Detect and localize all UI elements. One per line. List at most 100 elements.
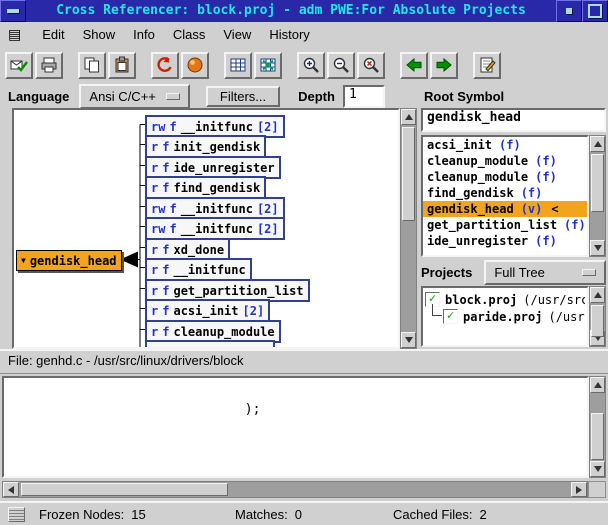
back-button[interactable] bbox=[400, 52, 428, 79]
window-menu-button[interactable] bbox=[0, 0, 26, 22]
depth-input[interactable]: 1 bbox=[343, 85, 385, 108]
language-label: Language bbox=[8, 89, 69, 104]
filters-button[interactable]: Filters... bbox=[206, 86, 280, 107]
symbol-list-item-selected[interactable]: gendisk_head(v)< bbox=[423, 201, 587, 217]
graph-node[interactable]: rwf__initfunc[2] bbox=[145, 217, 285, 240]
graph-node[interactable]: rfinit_gendisk bbox=[145, 135, 266, 158]
source-view[interactable]: ); struct gendisk *gendisk_head = NULL; … bbox=[2, 376, 589, 478]
option-menu-indicator bbox=[166, 93, 180, 100]
scroll-up-button[interactable] bbox=[590, 377, 605, 393]
graph-node[interactable]: rf__initfunc bbox=[145, 258, 252, 281]
zoom-out-button[interactable] bbox=[327, 52, 355, 79]
project-checkbox[interactable]: ✓ bbox=[443, 309, 458, 324]
scroll-trough[interactable] bbox=[590, 393, 605, 461]
scroll-down-button[interactable] bbox=[401, 332, 416, 348]
paste-icon bbox=[113, 56, 131, 74]
minimize-button[interactable] bbox=[556, 0, 582, 22]
zoom-in-button[interactable] bbox=[297, 52, 325, 79]
language-select[interactable]: Ansi C/C++ bbox=[79, 84, 189, 109]
scroll-left-button[interactable] bbox=[3, 482, 19, 497]
menu-info[interactable]: Info bbox=[124, 24, 164, 45]
mail-check-icon bbox=[10, 56, 28, 74]
scroll-trough[interactable] bbox=[401, 125, 416, 332]
graph-node-clipped[interactable] bbox=[145, 340, 275, 349]
zoom-cancel-button[interactable] bbox=[357, 52, 385, 79]
reload-sphere-button[interactable] bbox=[181, 52, 209, 79]
scroll-thumb[interactable] bbox=[591, 413, 604, 460]
scroll-thumb[interactable] bbox=[21, 483, 228, 496]
up-arrow-icon bbox=[594, 141, 602, 147]
graph-vscrollbar[interactable] bbox=[400, 108, 417, 349]
root-symbol-label: Root Symbol bbox=[424, 89, 600, 104]
symbol-list[interactable]: acsi_init(f) cleanup_module(f) cleanup_m… bbox=[421, 135, 589, 257]
projects-list[interactable]: ✓ block.proj (/usr/src/li ✓ paride.proj … bbox=[421, 286, 589, 347]
scrollbar-corner bbox=[588, 481, 606, 498]
menu-edit[interactable]: Edit bbox=[33, 24, 73, 45]
edit-note-button[interactable] bbox=[473, 52, 501, 79]
table-button[interactable] bbox=[224, 52, 252, 79]
symbol-list-item[interactable]: cleanup_module(f) bbox=[423, 169, 587, 185]
code-hscrollbar[interactable] bbox=[2, 481, 588, 498]
symbol-list-item[interactable]: cleanup_module(f) bbox=[423, 153, 587, 169]
graph-margin bbox=[0, 108, 12, 349]
mail-check-button[interactable] bbox=[5, 52, 33, 79]
menu-view[interactable]: View bbox=[214, 24, 260, 45]
scroll-down-button[interactable] bbox=[590, 461, 605, 477]
crossref-graph[interactable]: ▼ gendisk_head rwf__initfunc[2] rfinit_g… bbox=[12, 108, 400, 349]
projects-label: Projects bbox=[421, 265, 472, 280]
forward-arrow-icon bbox=[435, 56, 453, 74]
left-arrow-icon bbox=[8, 486, 14, 494]
sphere-icon bbox=[186, 56, 204, 74]
table-clear-button[interactable] bbox=[254, 52, 282, 79]
main-area: ▼ gendisk_head rwf__initfunc[2] rfinit_g… bbox=[0, 108, 608, 349]
scroll-down-button[interactable] bbox=[590, 240, 605, 256]
symbol-list-item[interactable]: ide_unregister(f) bbox=[423, 233, 587, 249]
graph-node[interactable]: rfacsi_init[2] bbox=[145, 299, 270, 322]
root-symbol-input[interactable]: gendisk_head bbox=[421, 108, 606, 132]
maximize-button[interactable] bbox=[582, 0, 608, 22]
selection-marker: < bbox=[551, 202, 558, 216]
menu-show[interactable]: Show bbox=[74, 24, 125, 45]
scroll-thumb[interactable] bbox=[402, 127, 415, 221]
project-item[interactable]: ✓ paride.proj (/usr/src bbox=[425, 308, 585, 325]
frozen-nodes-value: 15 bbox=[131, 507, 145, 522]
graph-node[interactable]: rffind_gendisk bbox=[145, 176, 266, 199]
graph-root-node[interactable]: ▼ gendisk_head bbox=[16, 250, 122, 271]
symbol-list-item[interactable]: get_partition_list(f) bbox=[423, 217, 587, 233]
titlebar[interactable]: Cross Referencer: block.proj - adm PWE:F… bbox=[0, 0, 608, 22]
scroll-trough[interactable] bbox=[19, 482, 571, 497]
symbol-list-item[interactable]: find_gendisk(f) bbox=[423, 185, 587, 201]
projects-tree-mode-select[interactable]: Full Tree bbox=[484, 260, 606, 285]
copy-button[interactable] bbox=[78, 52, 106, 79]
scroll-up-button[interactable] bbox=[590, 136, 605, 152]
scroll-right-button[interactable] bbox=[571, 482, 587, 497]
tree-mode-value: Full Tree bbox=[494, 265, 545, 280]
undo-button[interactable] bbox=[151, 52, 179, 79]
menu-class[interactable]: Class bbox=[164, 24, 215, 45]
maximize-icon bbox=[588, 4, 602, 18]
scroll-trough[interactable] bbox=[590, 152, 605, 240]
menu-history[interactable]: History bbox=[260, 24, 318, 45]
code-vscrollbar[interactable] bbox=[589, 376, 606, 478]
forward-button[interactable] bbox=[430, 52, 458, 79]
projects-list-vscrollbar[interactable] bbox=[589, 286, 606, 347]
scroll-thumb[interactable] bbox=[591, 305, 604, 337]
right-arrow-icon bbox=[576, 486, 582, 494]
scroll-thumb[interactable] bbox=[591, 154, 604, 212]
zoom-cancel-icon bbox=[362, 56, 380, 74]
symbol-list-item[interactable]: acsi_init(f) bbox=[423, 137, 587, 153]
symbol-list-vscrollbar[interactable] bbox=[589, 135, 606, 257]
matches-value: 0 bbox=[295, 507, 302, 522]
print-button[interactable] bbox=[35, 52, 63, 79]
right-panel: gendisk_head acsi_init(f) cleanup_module… bbox=[417, 108, 608, 349]
paste-button[interactable] bbox=[108, 52, 136, 79]
project-item[interactable]: ✓ block.proj (/usr/src/li bbox=[425, 291, 585, 308]
depth-label: Depth bbox=[298, 89, 335, 104]
table-icon bbox=[229, 56, 247, 74]
scroll-up-button[interactable] bbox=[401, 109, 416, 125]
scroll-trough[interactable] bbox=[590, 303, 605, 330]
matches-status: Matches:0 bbox=[235, 507, 393, 522]
app-window: Cross Referencer: block.proj - adm PWE:F… bbox=[0, 0, 608, 525]
option-menu-indicator bbox=[582, 269, 596, 276]
scroll-up-button[interactable] bbox=[590, 287, 605, 303]
